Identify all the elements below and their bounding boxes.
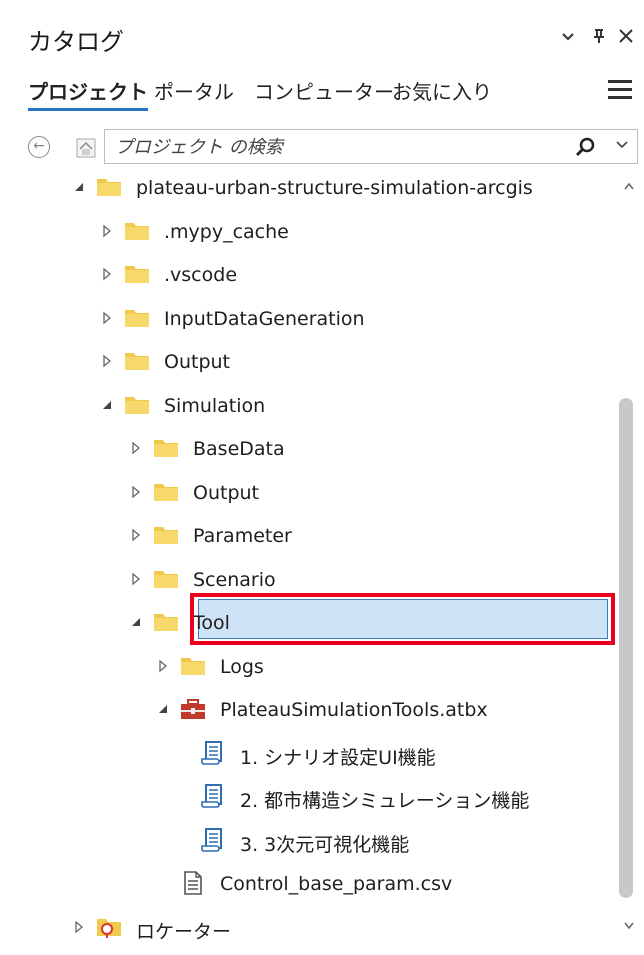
tree-row[interactable]: 3. 3次元可視化機能 (0, 821, 615, 861)
folder-icon (96, 175, 122, 199)
search-icon[interactable] (575, 136, 597, 158)
pane-options-chevron-icon[interactable] (560, 26, 576, 49)
tree-item-label: Logs (220, 655, 264, 678)
tab-portal[interactable]: ポータル (154, 76, 234, 105)
tree-row[interactable]: PlateauSimulationTools.atbx (0, 690, 615, 730)
tab-computer[interactable]: コンピューター (254, 76, 394, 105)
back-arrow-icon[interactable]: ← (28, 136, 50, 158)
script-tool-icon (200, 740, 226, 765)
script-tool-icon (200, 827, 226, 852)
collapsed-triangle-icon[interactable] (100, 353, 114, 369)
folder-icon (124, 262, 150, 286)
expanded-triangle-icon[interactable] (72, 179, 86, 195)
tree-row[interactable]: InputDataGeneration (0, 299, 615, 339)
scroll-up-icon[interactable] (623, 180, 635, 195)
search-box (104, 129, 638, 164)
folder-icon (153, 480, 179, 504)
folder-icon (124, 349, 150, 373)
tree-item-label: Simulation (164, 394, 266, 417)
folder-icon (153, 523, 179, 547)
folder-icon (153, 610, 179, 634)
pane-title: カタログ (28, 28, 124, 56)
collapsed-triangle-icon[interactable] (100, 223, 114, 239)
tree-item-label: Scenario (193, 568, 276, 591)
tree-item-label: plateau-urban-structure-simulation-arcgi… (136, 177, 533, 199)
vertical-scrollbar[interactable] (615, 168, 644, 955)
text-file-icon (180, 871, 206, 895)
annotation-outline (190, 593, 615, 645)
folder-icon (153, 436, 179, 460)
collapsed-triangle-icon[interactable] (156, 658, 170, 674)
tree-row[interactable]: Parameter (0, 516, 615, 556)
folder-icon (124, 219, 150, 243)
collapsed-triangle-icon[interactable] (72, 919, 86, 935)
folder-icon (153, 567, 179, 591)
scroll-down-icon[interactable] (623, 920, 635, 935)
pane-header: カタログ (0, 0, 644, 66)
tree-row[interactable]: 2. 都市構造シミュレーション機能 (0, 777, 615, 817)
tree-row[interactable]: Logs (0, 647, 615, 687)
tab-favorites[interactable]: お気に入り (392, 76, 492, 105)
collapsed-triangle-icon[interactable] (129, 527, 143, 543)
expanded-triangle-icon[interactable] (156, 701, 170, 717)
tab-project[interactable]: プロジェクト (28, 76, 148, 111)
collapsed-triangle-icon[interactable] (129, 484, 143, 500)
catalog-tree: plateau-urban-structure-simulation-arcgi… (0, 168, 615, 955)
tree-item-label: 3. 3次元可視化機能 (240, 833, 410, 856)
folder-icon (124, 393, 150, 417)
tree-item-label: BaseData (193, 438, 285, 460)
tree-row[interactable]: Simulation (0, 386, 615, 426)
script-tool-icon (200, 784, 226, 808)
tree-item-label: Parameter (193, 525, 292, 547)
tree-item-label: PlateauSimulationTools.atbx (220, 699, 488, 721)
tree-row[interactable]: .vscode (0, 255, 615, 295)
tree-row[interactable]: Output (0, 473, 615, 513)
tree-item-label: .vscode (164, 264, 238, 286)
scrollbar-thumb[interactable] (619, 398, 633, 898)
catalog-pane: カタログ プロジェクト ポータル コンピューター お気に入り ← プロジェクト … (0, 0, 644, 955)
pin-icon[interactable] (591, 26, 607, 51)
tree-item-label: 1. シナリオ設定UI機能 (240, 746, 436, 769)
folder-icon (180, 654, 206, 678)
tree-item-label: Control_base_param.csv (220, 873, 453, 895)
tree-item-label: .mypy_cache (164, 220, 289, 243)
locator-folder-icon (96, 915, 122, 939)
tree-item-label: Output (164, 351, 230, 373)
close-icon[interactable] (617, 26, 635, 49)
tree-row[interactable]: ロケーター (0, 908, 615, 948)
tree-row[interactable]: BaseData (0, 429, 615, 469)
tree-item-label: 2. 都市構造シミュレーション機能 (240, 790, 530, 812)
collapsed-triangle-icon[interactable] (100, 266, 114, 282)
toolbox-icon (180, 697, 206, 721)
expanded-triangle-icon[interactable] (100, 397, 114, 413)
hamburger-menu-icon[interactable] (608, 80, 632, 100)
expanded-triangle-icon[interactable] (129, 614, 143, 630)
tree-row[interactable]: .mypy_cache (0, 212, 615, 252)
search-input[interactable] (113, 134, 557, 161)
tree-row[interactable]: Output (0, 342, 615, 382)
tree-row[interactable]: plateau-urban-structure-simulation-arcgi… (0, 168, 615, 208)
home-icon[interactable] (76, 138, 96, 158)
tree-item-label: ロケーター (136, 920, 232, 943)
collapsed-triangle-icon[interactable] (100, 310, 114, 326)
folder-icon (124, 306, 150, 330)
tree-row[interactable]: Control_base_param.csv (0, 864, 615, 904)
tree-row[interactable]: 1. シナリオ設定UI機能 (0, 734, 615, 774)
collapsed-triangle-icon[interactable] (129, 440, 143, 456)
tree-item-label: Output (193, 481, 259, 504)
search-options-chevron-icon[interactable] (615, 137, 629, 157)
collapsed-triangle-icon[interactable] (129, 571, 143, 587)
tree-item-label: InputDataGeneration (164, 307, 365, 330)
